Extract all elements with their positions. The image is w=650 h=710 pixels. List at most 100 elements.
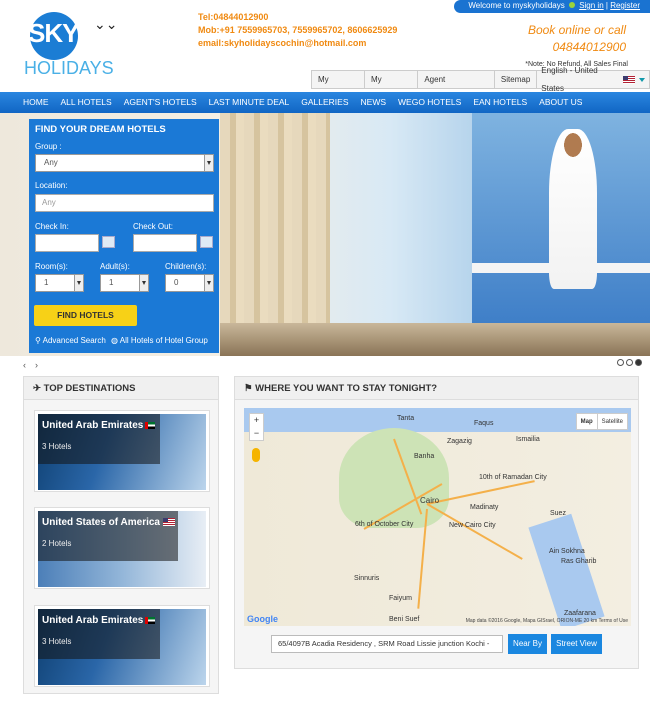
destination-image: United States of America 2 Hotels (38, 511, 206, 587)
slider-dot-active[interactable] (635, 359, 642, 366)
map-city-label: Banha (414, 453, 435, 460)
nav-news[interactable]: NEWS (361, 92, 387, 113)
map-city-label: Ain Sokhna (549, 548, 585, 555)
uae-flag-icon (145, 421, 156, 429)
map-city-label: Beni Suef (389, 616, 420, 623)
slider-next-button[interactable]: › (35, 360, 38, 370)
map-city-label: 6th of October City (355, 521, 414, 528)
address-input[interactable]: 65/4097B Acadia Residency , SRM Road Lis… (271, 635, 503, 653)
rooms-value: 1 (44, 278, 49, 287)
top-destinations-title: TOP DESTINATIONS (43, 383, 136, 394)
contact-tel: Tel:04844012900 (198, 12, 269, 22)
group-select[interactable]: Any (35, 154, 214, 172)
birds-icon: ⌄⌄ (94, 16, 118, 32)
contact-info: Tel:04844012900 Mob:+91 7559965703, 7559… (198, 11, 397, 50)
slider-prev-button[interactable]: ‹ (23, 360, 26, 370)
signin-link[interactable]: Sign in (579, 1, 603, 10)
chevron-down-icon (74, 275, 83, 291)
site-logo[interactable]: SKY HOLIDAYS ⌄⌄ (24, 12, 144, 82)
checkin-label: Check In: (35, 222, 69, 231)
slider-dot[interactable] (617, 359, 624, 366)
destination-hotel-count: 3 Hotels (42, 637, 72, 646)
map-type-satellite[interactable]: Satellite (596, 414, 627, 429)
nav-last-minute-deal[interactable]: LAST MINUTE DEAL (209, 92, 290, 113)
adults-select[interactable]: 1 (100, 274, 149, 292)
map-box-header: ⚑ WHERE YOU WANT TO STAY TONIGHT? (235, 377, 638, 400)
near-by-button[interactable]: Near By (508, 634, 547, 654)
advanced-search-label: Advanced Search (42, 336, 106, 345)
language-select[interactable]: English - United States (537, 66, 649, 93)
my-account-link[interactable]: My Account (312, 71, 365, 102)
map-city-label: New Cairo City (449, 522, 496, 529)
all-hotels-group-link[interactable]: ◍ All Hotels of Hotel Group (111, 336, 208, 345)
nav-all-hotels[interactable]: ALL HOTELS (61, 92, 112, 113)
contact-email[interactable]: email:skyholidayscochin@hotmail.com (198, 37, 397, 50)
search-icon: ⚲ (35, 336, 41, 345)
rooms-label: Room(s): (35, 262, 68, 271)
calendar-icon[interactable] (102, 236, 115, 248)
find-hotels-button[interactable]: FIND HOTELS (34, 305, 137, 326)
destination-name-text: United States of America (42, 517, 160, 528)
map-box-title: WHERE YOU WANT TO STAY TONIGHT? (255, 383, 438, 394)
google-map[interactable]: Tanta Faqus Zagazig Ismailia Banha Cairo… (244, 408, 631, 626)
plane-icon: ✈ (33, 383, 41, 394)
map-city-label: Zagazig (447, 438, 472, 445)
book-online-callout: Book online or call 04844012900 (528, 22, 626, 56)
destination-card[interactable]: United States of America 2 Hotels (34, 507, 210, 589)
woman-figure (549, 129, 597, 289)
chevron-down-icon (639, 77, 645, 82)
map-city-label: Madinaty (470, 504, 499, 511)
children-value: 0 (174, 278, 179, 287)
nav-wego-hotels[interactable]: WEGO HOTELS (398, 92, 461, 113)
map-city-label: Faqus (474, 420, 494, 427)
google-logo: Google (247, 614, 278, 624)
zoom-out-button[interactable]: − (250, 427, 263, 440)
nav-agents-hotels[interactable]: AGENT'S HOTELS (124, 92, 197, 113)
map-city-label: Faiyum (389, 595, 412, 602)
destination-image: United Arab Emirates 3 Hotels (38, 414, 206, 490)
sitemap-link[interactable]: Sitemap (495, 71, 538, 88)
floor-decoration (220, 323, 650, 356)
group-value: Any (44, 158, 58, 167)
group-label: Group : (35, 142, 62, 151)
calendar-icon[interactable] (200, 236, 213, 248)
destination-name-text: United Arab Emirates (42, 420, 144, 431)
chevron-down-icon (204, 155, 213, 171)
destination-image: United Arab Emirates 3 Hotels (38, 609, 206, 685)
search-title: FIND YOUR DREAM HOTELS (35, 124, 166, 135)
advanced-search-link[interactable]: ⚲ Advanced Search (35, 336, 106, 345)
map-city-label: Ras Gharib (561, 558, 597, 565)
top-destinations-box: ✈ TOP DESTINATIONS United Arab Emirates … (23, 376, 219, 694)
destination-card[interactable]: United Arab Emirates 3 Hotels (34, 410, 210, 492)
book-online-text: Book online or call (527, 23, 626, 37)
agent-registration-link[interactable]: Agent Registration (418, 71, 495, 102)
slider-dot[interactable] (626, 359, 633, 366)
register-link[interactable]: Register (610, 1, 640, 10)
checkout-input[interactable] (133, 234, 197, 252)
children-label: Children(s): (165, 262, 207, 271)
zoom-in-button[interactable]: + (250, 414, 263, 427)
curtain-decoration (220, 113, 330, 323)
destination-card[interactable]: United Arab Emirates 3 Hotels (34, 605, 210, 687)
checkin-input[interactable] (35, 234, 99, 252)
nav-about-us[interactable]: ABOUT US (539, 92, 582, 113)
destination-name-text: United Arab Emirates (42, 615, 144, 626)
contact-mobile: Mob:+91 7559965703, 7559965702, 86066259… (198, 25, 398, 35)
street-view-button[interactable]: Street View (551, 634, 602, 654)
children-select[interactable]: 0 (165, 274, 214, 292)
street-view-pegman-icon[interactable] (252, 448, 260, 462)
nav-ean-hotels[interactable]: EAN HOTELS (473, 92, 527, 113)
adults-value: 1 (109, 278, 114, 287)
nav-home[interactable]: HOME (23, 92, 49, 113)
map-type-map[interactable]: Map (577, 414, 597, 429)
map-attribution: Map data ©2016 Google, Mapa GISrael, ORI… (465, 618, 628, 624)
location-input[interactable]: Any (35, 194, 214, 212)
us-flag-icon (623, 75, 635, 84)
rooms-select[interactable]: 1 (35, 274, 84, 292)
chevron-down-icon (139, 275, 148, 291)
map-city-label: 10th of Ramadan City (479, 474, 547, 481)
main-nav: HOME ALL HOTELS AGENT'S HOTELS LAST MINU… (0, 92, 650, 113)
nav-galleries[interactable]: GALLERIES (301, 92, 348, 113)
my-booking-link[interactable]: My Booking (365, 71, 419, 102)
map-type-control: Map Satellite (575, 413, 628, 430)
